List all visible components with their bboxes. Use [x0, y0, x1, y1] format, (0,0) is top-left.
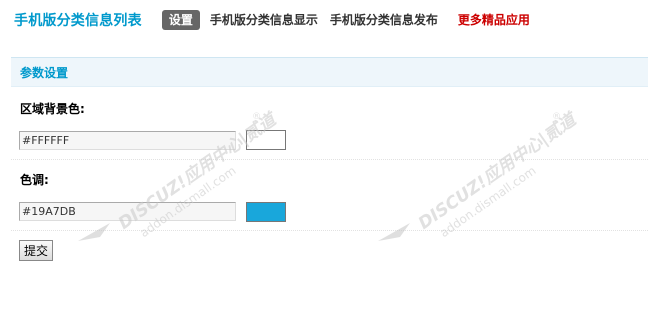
tab-more-apps[interactable]: 更多精品应用 — [458, 10, 530, 30]
tab-mobile-display[interactable]: 手机版分类信息显示 — [210, 10, 318, 30]
tab-mobile-publish[interactable]: 手机版分类信息发布 — [330, 10, 438, 30]
row-divider — [11, 230, 648, 231]
watermark-line2: addon.dismall.com — [437, 163, 538, 240]
tab-settings[interactable]: 设置 — [161, 10, 200, 30]
tone-color-input[interactable] — [19, 202, 236, 221]
watermark: DISCUZ!应用中心|贰道 addon.dismall.com ® — [78, 108, 280, 241]
watermark-registered: ® — [552, 112, 561, 122]
bg-color-input[interactable] — [19, 131, 236, 150]
watermark-line1: DISCUZ!应用中心|贰道 — [415, 108, 580, 234]
discuz-logo-icon — [78, 223, 110, 241]
top-nav: 手机版分类信息列表 设置 手机版分类信息显示 手机版分类信息发布 更多精品应用 — [14, 9, 542, 31]
field-label-bg-color: 区域背景色: — [20, 102, 85, 116]
section-title: 参数设置 — [20, 65, 69, 80]
section-header: 参数设置 — [11, 57, 648, 87]
watermark-registered: ® — [252, 112, 261, 122]
bg-color-swatch[interactable] — [246, 130, 286, 150]
app-title: 手机版分类信息列表 — [14, 13, 142, 29]
watermark: DISCUZ!应用中心|贰道 addon.dismall.com ® — [378, 108, 580, 241]
tone-color-swatch[interactable] — [246, 202, 286, 222]
field-label-tone: 色调: — [20, 173, 49, 187]
row-divider — [11, 159, 648, 160]
submit-button[interactable]: 提交 — [19, 240, 54, 261]
discuz-logo-icon — [378, 223, 410, 241]
